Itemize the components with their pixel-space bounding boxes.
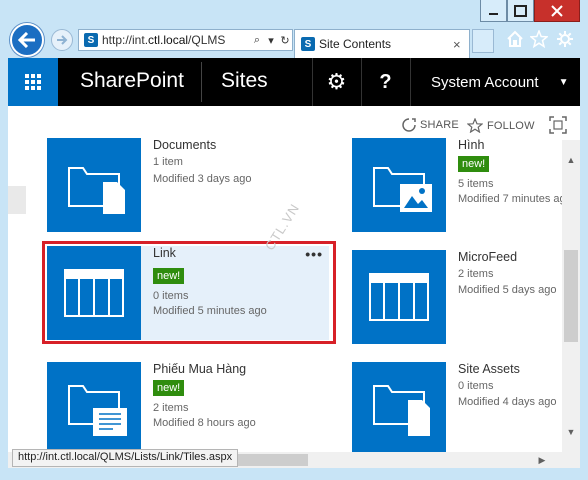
- left-panel-edge: [8, 186, 26, 214]
- sharepoint-favicon-icon: S: [301, 37, 315, 51]
- tile-title[interactable]: Hình: [458, 138, 484, 152]
- tab-title: Site Contents: [319, 37, 392, 51]
- gear-icon: ⚙: [326, 69, 347, 94]
- vertical-scroll-thumb[interactable]: [564, 250, 578, 342]
- scroll-down-icon[interactable]: ▼: [562, 424, 580, 440]
- help-button[interactable]: ?: [361, 58, 409, 106]
- close-tab-icon[interactable]: ×: [453, 37, 469, 52]
- tools-gear-icon[interactable]: [556, 30, 574, 48]
- arrow-right-icon: [57, 35, 68, 45]
- focus-on-content-icon[interactable]: [549, 116, 567, 139]
- tile-microfeed[interactable]: MicroFeed 2 items Modified 5 days ago: [352, 250, 588, 344]
- share-label: SHARE: [420, 119, 459, 131]
- chevron-down-icon[interactable]: ▾: [264, 34, 278, 47]
- favorites-star-icon[interactable]: [529, 28, 549, 49]
- app-launcher-icon[interactable]: [8, 58, 58, 106]
- maximize-button[interactable]: [507, 0, 534, 22]
- sites-link[interactable]: Sites: [221, 69, 268, 93]
- tile-phieu-mua-hang[interactable]: Phiếu Mua Hàng new! 2 items Modified 8 h…: [47, 362, 329, 456]
- help-icon: ?: [379, 70, 392, 93]
- scroll-up-icon[interactable]: ▲: [562, 152, 580, 168]
- tile-title[interactable]: Documents: [153, 138, 216, 152]
- follow-star-icon: [467, 118, 483, 133]
- tile-item-count: 2 items: [458, 268, 494, 280]
- status-bar-url: http://int.ctl.local/QLMS/Lists/Link/Til…: [12, 449, 239, 467]
- user-menu[interactable]: System Account ▼: [410, 58, 580, 106]
- brand-title[interactable]: SharePoint: [80, 69, 184, 93]
- new-tab-button[interactable]: [472, 29, 494, 53]
- suite-bar-divider: [201, 62, 202, 102]
- tile-modified: Modified 8 hours ago: [153, 417, 256, 429]
- selection-highlight: [42, 241, 336, 344]
- tile-modified: Modified 7 minutes ago: [458, 193, 572, 205]
- form-library-icon: [47, 362, 141, 456]
- tile-item-count: 2 items: [153, 402, 189, 414]
- back-button[interactable]: [10, 23, 44, 57]
- tile-title[interactable]: Phiếu Mua Hàng: [153, 362, 246, 376]
- user-name: System Account: [431, 73, 539, 91]
- follow-button[interactable]: FOLLOW: [467, 118, 535, 133]
- share-icon: [402, 118, 416, 132]
- minimize-button[interactable]: [480, 0, 507, 22]
- follow-label: FOLLOW: [487, 119, 535, 132]
- settings-button[interactable]: ⚙: [312, 58, 360, 106]
- close-window-button[interactable]: [534, 0, 580, 22]
- list-icon: [352, 250, 446, 344]
- document-library-icon: [352, 362, 446, 456]
- tile-item-count: 5 items: [458, 178, 494, 190]
- tile-modified: Modified 4 days ago: [458, 396, 557, 408]
- scroll-right-icon[interactable]: ▶: [534, 452, 550, 468]
- sharepoint-favicon-icon: S: [84, 33, 98, 47]
- home-icon[interactable]: [506, 30, 524, 48]
- tile-item-count: 1 item: [153, 156, 183, 168]
- address-bar[interactable]: S http://int.ctl.local/QLMS ⌕ ▾ ↻: [78, 29, 293, 51]
- forward-button[interactable]: [51, 29, 73, 51]
- tile-item-count: 0 items: [458, 380, 494, 392]
- tile-hinh[interactable]: Hình new! 5 items Modified 7 minutes ago: [352, 138, 588, 232]
- picture-library-icon: [352, 138, 446, 232]
- tile-modified: Modified 3 days ago: [153, 173, 252, 185]
- share-button[interactable]: SHARE: [402, 118, 459, 132]
- window-frame-left: [0, 58, 8, 480]
- refresh-icon[interactable]: ↻: [278, 34, 292, 47]
- close-icon: [551, 4, 563, 17]
- document-library-icon: [47, 138, 141, 232]
- browser-tab[interactable]: S Site Contents ×: [294, 29, 470, 58]
- tile-title[interactable]: MicroFeed: [458, 250, 517, 264]
- tile-title[interactable]: Site Assets: [458, 362, 520, 376]
- search-icon[interactable]: ⌕: [250, 34, 264, 47]
- arrow-left-icon: [18, 32, 35, 48]
- tile-site-assets[interactable]: Site Assets 0 items Modified 4 days ago: [352, 362, 588, 456]
- new-badge: new!: [458, 156, 490, 172]
- caret-down-icon: ▼: [558, 76, 569, 88]
- new-badge: new!: [153, 380, 185, 396]
- address-url[interactable]: http://int.ctl.local/QLMS: [102, 33, 250, 47]
- tile-modified: Modified 5 days ago: [458, 284, 557, 296]
- window-frame-bottom: [0, 468, 588, 480]
